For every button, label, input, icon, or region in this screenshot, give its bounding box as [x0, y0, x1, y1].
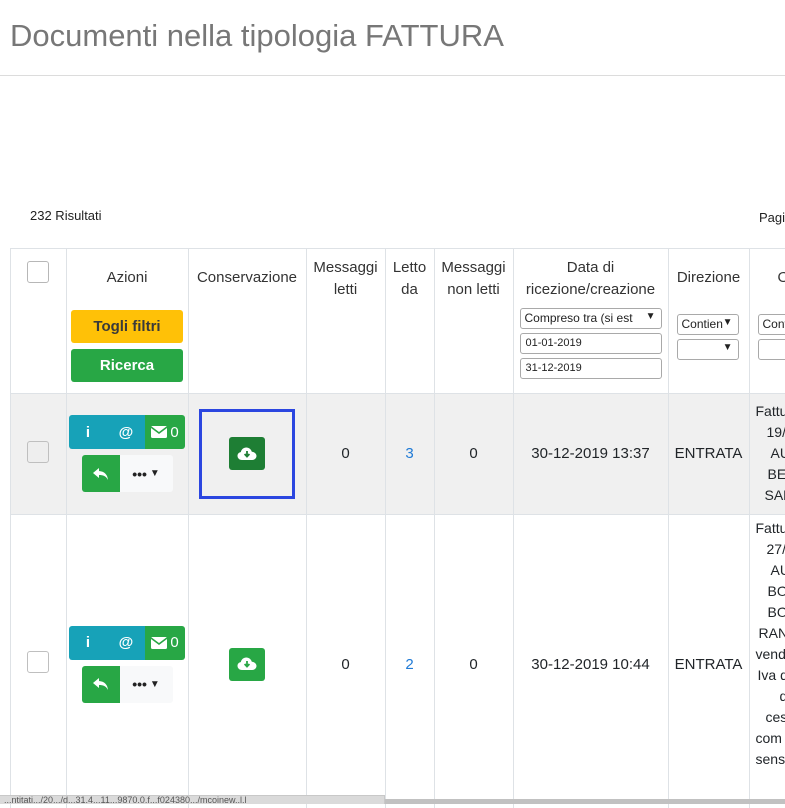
row-letto-da[interactable]: 2: [385, 514, 434, 808]
table-header-row: Azioni Togli filtri Ricerca Conservazion…: [11, 249, 785, 393]
table-row[interactable]: i @ 0 ••• ▼: [11, 393, 785, 514]
row-select-cell: [11, 514, 66, 808]
more-options-dropdown[interactable]: ••• ▼: [120, 666, 173, 703]
select-all-cell: [11, 249, 66, 393]
header-azioni-label: Azioni: [67, 267, 188, 289]
row-messaggi-non-letti: 0: [434, 514, 513, 808]
direzione-value-select[interactable]: ▼: [677, 339, 739, 360]
header-direzione-label: Direzione: [669, 267, 749, 289]
header-letto-da[interactable]: Letto da: [385, 249, 434, 393]
message-count: 0: [170, 424, 178, 441]
direzione-filter-mode-select[interactable]: Contien ▼: [677, 314, 739, 335]
results-count: 232 Risultati: [30, 208, 102, 223]
row-direzione: ENTRATA: [668, 514, 749, 808]
at-icon: @: [119, 424, 134, 441]
row-checkbox[interactable]: [27, 441, 49, 463]
header-data[interactable]: Data di ricezione/creazione Compreso tra…: [513, 249, 668, 393]
cloud-download-icon: [237, 657, 257, 671]
messages-button[interactable]: 0: [145, 415, 185, 449]
messages-button[interactable]: 0: [145, 626, 185, 660]
date-filter-mode-select[interactable]: Compreso tra (si est ▼: [520, 308, 662, 329]
message-count: 0: [170, 634, 178, 651]
row-data: 30-12-2019 10:44: [513, 514, 668, 808]
envelope-icon: [151, 426, 167, 438]
more-options-dropdown[interactable]: ••• ▼: [120, 455, 173, 492]
email-address-button[interactable]: @: [107, 626, 145, 660]
row-checkbox[interactable]: [27, 651, 49, 673]
row-messaggi-letti: 0: [306, 393, 385, 514]
header-messaggi-letti-label: Messaggi letti: [307, 257, 385, 301]
ellipsis-icon: •••: [132, 676, 147, 692]
row-actions-cell: i @ 0 ••• ▼: [66, 514, 188, 808]
row-reply-button-group: ••• ▼: [82, 666, 173, 703]
chevron-down-icon: ▼: [646, 311, 656, 322]
remove-filters-button[interactable]: Togli filtri: [71, 310, 183, 343]
cloud-download-icon: [237, 447, 257, 461]
header-letto-da-label: Letto da: [386, 257, 434, 301]
row-info-button-group: i @ 0: [69, 626, 185, 660]
oggetto-filter-input[interactable]: [758, 339, 785, 360]
row-oggetto-text: Fattu 19/ AU BEI SAN: [750, 401, 785, 506]
row-oggetto: Fattu 19/ AU BEI SAN: [749, 393, 785, 514]
horizontal-scrollbar[interactable]: [385, 799, 785, 804]
header-messaggi-letti[interactable]: Messaggi letti: [306, 249, 385, 393]
reply-button[interactable]: [82, 666, 120, 703]
chevron-down-icon: ▼: [723, 342, 733, 353]
info-button[interactable]: i: [69, 415, 107, 449]
header-conservazione[interactable]: Conservazione: [188, 249, 306, 393]
documents-table: Azioni Togli filtri Ricerca Conservazion…: [11, 249, 785, 808]
info-button[interactable]: i: [69, 626, 107, 660]
reply-icon: [93, 467, 109, 481]
header-azioni: Azioni Togli filtri Ricerca: [66, 249, 188, 393]
row-messaggi-letti: 0: [306, 514, 385, 808]
header-data-label: Data di ricezione/creazione: [514, 257, 668, 301]
header-conservazione-label: Conservazione: [189, 267, 306, 289]
email-address-button[interactable]: @: [107, 415, 145, 449]
date-from-input[interactable]: 01-01-2019: [520, 333, 662, 354]
chevron-down-icon: ▼: [723, 317, 733, 328]
row-oggetto-text: Fattu 27/ AU BO BO RAN vend Iva d d ces …: [750, 518, 785, 770]
header-oggetto[interactable]: O Conti: [749, 249, 785, 393]
search-button[interactable]: Ricerca: [71, 349, 183, 382]
page-title: Documenti nella tipologia FATTURA: [10, 18, 504, 54]
conservation-download-button[interactable]: [229, 437, 265, 470]
row-direzione: ENTRATA: [668, 393, 749, 514]
table-row[interactable]: i @ 0 ••• ▼ 0 2: [11, 514, 785, 808]
reply-icon: [93, 677, 109, 691]
row-conservazione-cell: [188, 393, 306, 514]
highlight-box: [199, 409, 295, 499]
pagination-label: Pagi: [759, 210, 785, 225]
info-icon: i: [86, 424, 90, 441]
row-messaggi-non-letti: 0: [434, 393, 513, 514]
row-reply-button-group: ••• ▼: [82, 455, 173, 492]
status-bar-url: ...ntitati.../20.../d...31.4...11...9870…: [0, 795, 385, 804]
info-icon: i: [86, 634, 90, 651]
row-letto-da[interactable]: 3: [385, 393, 434, 514]
ellipsis-icon: •••: [132, 466, 147, 482]
title-divider: [0, 75, 785, 76]
oggetto-filter-mode-select[interactable]: Conti: [758, 314, 785, 335]
row-oggetto: Fattu 27/ AU BO BO RAN vend Iva d d ces …: [749, 514, 785, 808]
documents-table-container: Azioni Togli filtri Ricerca Conservazion…: [10, 248, 785, 808]
row-info-button-group: i @ 0: [69, 415, 185, 449]
header-direzione[interactable]: Direzione Contien ▼ ▼: [668, 249, 749, 393]
row-data: 30-12-2019 13:37: [513, 393, 668, 514]
header-oggetto-label: O: [750, 267, 785, 289]
row-select-cell: [11, 393, 66, 514]
select-all-checkbox[interactable]: [27, 261, 49, 283]
date-to-input[interactable]: 31-12-2019: [520, 358, 662, 379]
letto-da-link[interactable]: 2: [405, 656, 413, 673]
caret-down-icon: ▼: [150, 468, 160, 479]
reply-button[interactable]: [82, 455, 120, 492]
at-icon: @: [119, 634, 134, 651]
caret-down-icon: ▼: [150, 679, 160, 690]
row-conservazione-cell: [188, 514, 306, 808]
header-messaggi-non-letti[interactable]: Messaggi non letti: [434, 249, 513, 393]
row-actions-cell: i @ 0 ••• ▼: [66, 393, 188, 514]
envelope-icon: [151, 637, 167, 649]
letto-da-link[interactable]: 3: [405, 445, 413, 462]
header-messaggi-non-letti-label: Messaggi non letti: [435, 257, 513, 301]
conservation-download-button[interactable]: [229, 648, 265, 681]
